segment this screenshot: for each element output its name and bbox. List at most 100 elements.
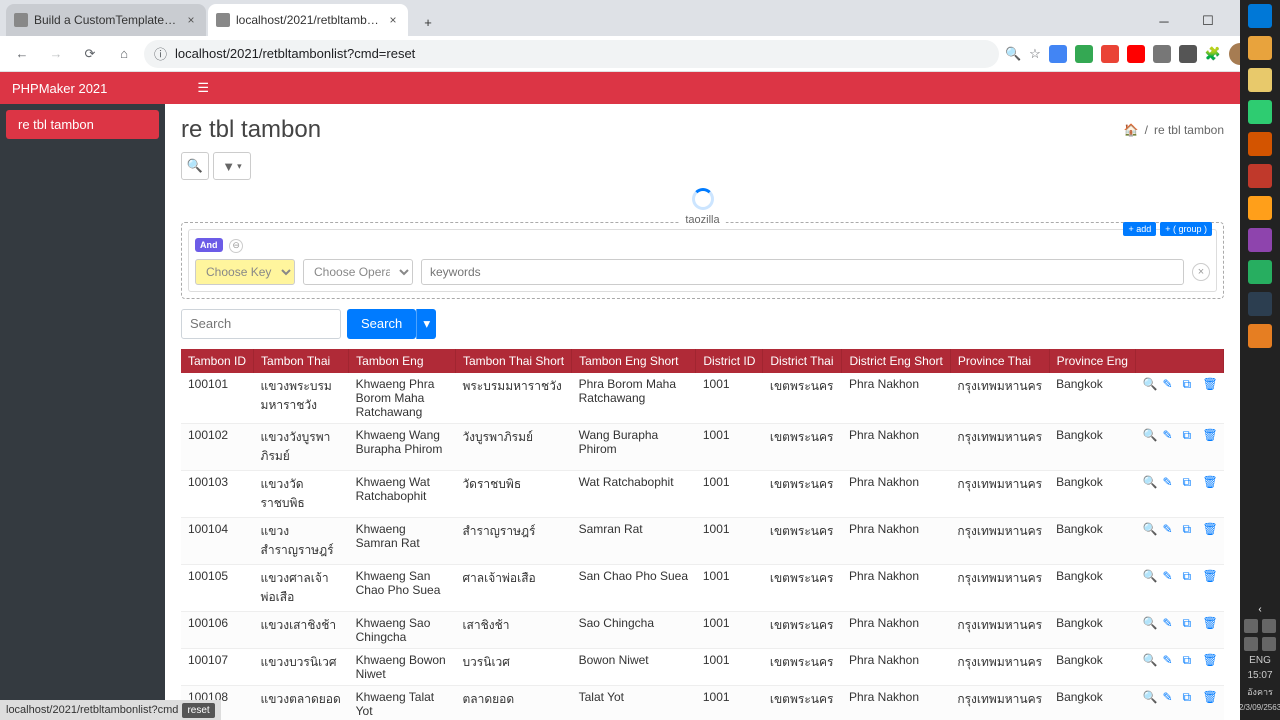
extension-icon[interactable] [1179,45,1197,63]
window-maximize-button[interactable]: ☐ [1186,6,1230,36]
column-header[interactable]: Tambon Eng [349,349,456,373]
extension-icon[interactable] [1049,45,1067,63]
copy-icon[interactable]: ⧉ [1183,653,1197,667]
column-header[interactable]: Province Eng [1049,349,1135,373]
close-icon[interactable]: × [386,13,400,27]
taskbar-app-icon[interactable] [1248,324,1272,348]
filter-add-button[interactable]: + add [1123,222,1156,236]
window-minimize-button[interactable]: ─ [1142,6,1186,36]
taskbar-app-icon[interactable] [1248,228,1272,252]
column-header[interactable]: Tambon Thai Short [455,349,571,373]
copy-icon[interactable]: ⧉ [1183,428,1197,442]
table-row[interactable]: 100105แขวงศาลเจ้าพ่อเสือKhwaeng San Chao… [181,564,1224,611]
column-header[interactable]: District Thai [763,349,842,373]
extension-icon[interactable] [1075,45,1093,63]
extension-icon[interactable] [1101,45,1119,63]
tray-icon[interactable] [1262,619,1276,633]
taskbar-app-icon[interactable] [1248,260,1272,284]
site-info-icon[interactable]: ⓘ [154,44,167,63]
language-indicator[interactable]: ENG [1249,655,1271,666]
copy-icon[interactable]: ⧉ [1183,522,1197,536]
tray-icon[interactable] [1244,619,1258,633]
back-button[interactable]: ← [8,40,36,68]
delete-icon[interactable]: 🗑 [1203,616,1217,630]
edit-icon[interactable]: ✎ [1163,377,1177,391]
close-icon[interactable]: × [184,13,198,27]
copy-icon[interactable]: ⧉ [1183,377,1197,391]
taskbar-app-icon[interactable] [1248,164,1272,188]
copy-icon[interactable]: ⧉ [1183,569,1197,583]
delete-icon[interactable]: 🗑 [1203,690,1217,704]
taskbar-app-icon[interactable] [1248,4,1272,28]
taskbar-app-icon[interactable] [1248,36,1272,60]
copy-icon[interactable]: ⧉ [1183,616,1197,630]
tray-icon[interactable] [1244,637,1258,651]
column-header[interactable]: Tambon Eng Short [572,349,696,373]
extension-icon[interactable] [1153,45,1171,63]
search-button[interactable]: Search [347,309,416,339]
taskbar-app-icon[interactable] [1248,132,1272,156]
edit-icon[interactable]: ✎ [1163,522,1177,536]
view-icon[interactable]: 🔍 [1143,475,1157,489]
filter-keywords-input[interactable] [421,259,1184,285]
table-row[interactable]: 100103แขวงวัดราชบพิธKhwaeng Wat Ratchabo… [181,470,1224,517]
view-icon[interactable]: 🔍 [1143,522,1157,536]
view-icon[interactable]: 🔍 [1143,690,1157,704]
search-icon[interactable]: 🔍 [1005,46,1021,62]
column-header[interactable]: Province Thai [950,349,1049,373]
extensions-menu-icon[interactable]: 🧩 [1205,46,1221,62]
column-header[interactable]: District ID [696,349,763,373]
extension-icon[interactable] [1127,45,1145,63]
copy-icon[interactable]: ⧉ [1183,690,1197,704]
forward-button[interactable]: → [42,40,70,68]
filter-toggle-button[interactable]: ▼ ▾ [213,152,251,180]
filter-clear-logic-icon[interactable]: ⊖ [229,239,243,253]
filter-key-select[interactable]: Choose Key [195,259,295,285]
view-icon[interactable]: 🔍 [1143,428,1157,442]
edit-icon[interactable]: ✎ [1163,690,1177,704]
taskbar-app-icon[interactable] [1248,100,1272,124]
table-row[interactable]: 100107แขวงบวรนิเวศKhwaeng Bowon Niwetบวร… [181,648,1224,685]
new-tab-button[interactable]: + [414,8,442,36]
delete-icon[interactable]: 🗑 [1203,569,1217,583]
home-icon[interactable]: 🏠 [1124,123,1139,137]
sidebar-item-retbltambon[interactable]: re tbl tambon [6,110,159,139]
edit-icon[interactable]: ✎ [1163,475,1177,489]
expand-taskbar-icon[interactable]: ‹ [1258,604,1261,615]
home-button[interactable]: ⌂ [110,40,138,68]
delete-icon[interactable]: 🗑 [1203,522,1217,536]
view-icon[interactable]: 🔍 [1143,653,1157,667]
bookmark-icon[interactable]: ☆ [1029,46,1041,62]
edit-icon[interactable]: ✎ [1163,569,1177,583]
taskbar-app-icon[interactable] [1248,68,1272,92]
table-row[interactable]: 100104แขวงสำราญราษฎร์Khwaeng Samran Ratส… [181,517,1224,564]
taskbar-app-icon[interactable] [1248,292,1272,316]
delete-icon[interactable]: 🗑 [1203,653,1217,667]
edit-icon[interactable]: ✎ [1163,616,1177,630]
table-row[interactable]: 100108แขวงตลาดยอดKhwaeng Talat Yotตลาดยอ… [181,685,1224,720]
view-icon[interactable]: 🔍 [1143,377,1157,391]
filter-operator-select[interactable]: Choose Operator [303,259,413,285]
column-header[interactable]: Tambon ID [181,349,254,373]
reload-button[interactable]: ⟳ [76,40,104,68]
filter-group-button[interactable]: + ( group ) [1160,222,1212,236]
delete-icon[interactable]: 🗑 [1203,475,1217,489]
taskbar-app-icon[interactable] [1248,196,1272,220]
table-row[interactable]: 100102แขวงวังบูรพาภิรมย์Khwaeng Wang Bur… [181,423,1224,470]
edit-icon[interactable]: ✎ [1163,653,1177,667]
column-header[interactable]: Tambon Thai [254,349,349,373]
address-bar[interactable]: ⓘ localhost/2021/retbltambonlist?cmd=res… [144,40,999,68]
edit-icon[interactable]: ✎ [1163,428,1177,442]
quick-search-input[interactable] [181,309,341,339]
browser-tab-1[interactable]: Build a CustomTemplateSearch f × [6,4,206,36]
filter-logic-badge[interactable]: And [195,238,223,252]
delete-icon[interactable]: 🗑 [1203,377,1217,391]
copy-icon[interactable]: ⧉ [1183,475,1197,489]
browser-tab-2[interactable]: localhost/2021/retbltambonlist? × [208,4,408,36]
search-toggle-button[interactable]: 🔍 [181,152,209,180]
view-icon[interactable]: 🔍 [1143,569,1157,583]
table-row[interactable]: 100106แขวงเสาชิงช้าKhwaeng Sao Chingchaเ… [181,611,1224,648]
clock-time[interactable]: 15:07 [1247,670,1272,681]
search-dropdown-button[interactable]: ▾ [416,309,436,339]
tray-icon[interactable] [1262,637,1276,651]
